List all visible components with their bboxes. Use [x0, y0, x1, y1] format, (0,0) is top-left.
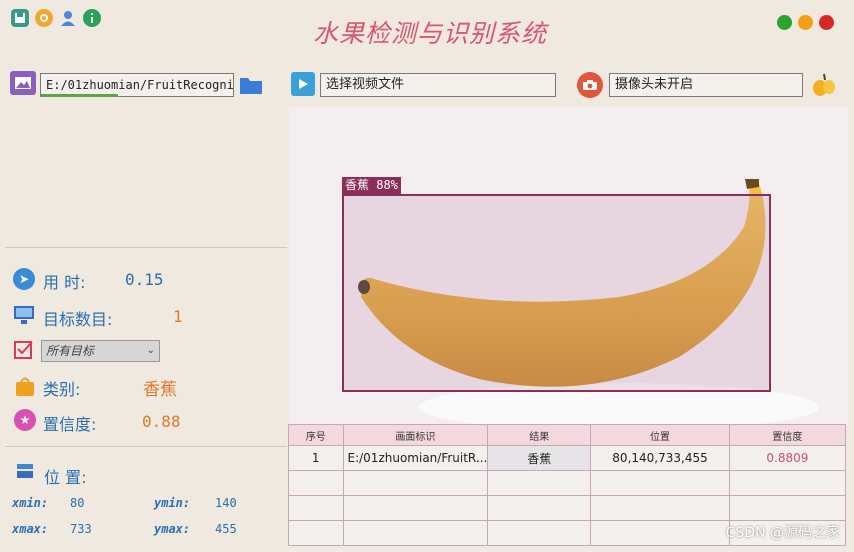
user-icon[interactable] — [59, 9, 77, 27]
xmax-value: 733 — [70, 522, 92, 536]
count-label: 目标数目: — [43, 310, 113, 329]
folder-icon[interactable] — [239, 74, 263, 95]
ymin-value: 140 — [215, 496, 237, 510]
ymax-label: ymax: — [154, 522, 191, 536]
time-value: 0.15 — [125, 270, 164, 289]
ymax-value: 455 — [215, 522, 237, 536]
col-header-confidence[interactable]: 置信度 — [728, 424, 847, 446]
table-row[interactable] — [288, 495, 847, 521]
target-select-value: 所有目标 — [46, 344, 95, 358]
cell-result[interactable]: 香蕉 — [487, 445, 592, 471]
settings-icon[interactable] — [35, 9, 53, 27]
class-label: 类别: — [43, 380, 81, 399]
info-icon[interactable] — [83, 9, 101, 27]
ymin-label: ymin: — [154, 496, 191, 510]
col-header-result[interactable]: 结果 — [487, 424, 592, 446]
target-select[interactable]: 所有目标 ⌄ — [41, 340, 160, 362]
badge-icon: ★ — [14, 409, 36, 431]
col-header-position[interactable]: 位置 — [590, 424, 730, 446]
cell-position[interactable]: 80,140,733,455 — [590, 445, 730, 471]
xmin-value: 80 — [70, 496, 85, 510]
rocket-icon: ➤ — [13, 268, 35, 290]
class-value: 香蕉 — [143, 380, 177, 400]
detection-label: 香蕉 88% — [342, 177, 401, 194]
confidence-value: 0.88 — [142, 412, 181, 431]
table-row[interactable] — [288, 470, 847, 496]
fruit-logo-icon — [810, 70, 838, 98]
col-header-index[interactable]: 序号 — [288, 424, 344, 446]
maximize-button[interactable] — [777, 15, 792, 30]
save-icon[interactable] — [11, 9, 29, 27]
left-divider-top — [5, 247, 287, 248]
image-icon[interactable] — [10, 71, 36, 95]
monitor-icon — [13, 305, 35, 325]
table-row[interactable]: 1 E:/01zhuomian/FruitR... 香蕉 80,140,733,… — [288, 445, 847, 471]
play-video-icon[interactable] — [291, 72, 315, 96]
checklist-icon — [13, 339, 35, 361]
camera-status-field[interactable]: 摄像头未开启 — [609, 73, 803, 97]
close-button[interactable] — [819, 15, 834, 30]
time-label: 用 时: — [43, 273, 86, 292]
app-title: 水果检测与识别系统 — [312, 19, 547, 48]
watermark: CSDN @源码之家 — [725, 525, 840, 541]
confidence-label: 置信度: — [43, 415, 97, 434]
bag-icon — [14, 375, 36, 397]
layers-icon — [15, 461, 35, 481]
count-value: 1 — [173, 307, 183, 326]
left-divider-bottom — [5, 446, 287, 447]
chevron-down-icon: ⌄ — [146, 345, 155, 356]
video-file-input[interactable]: 选择视频文件 — [320, 73, 556, 97]
cell-source[interactable]: E:/01zhuomian/FruitR... — [342, 445, 489, 471]
detection-box — [342, 194, 771, 392]
xmax-label: xmax: — [12, 522, 49, 536]
cell-index[interactable]: 1 — [288, 445, 344, 471]
minimize-button[interactable] — [798, 15, 813, 30]
image-load-progress — [41, 94, 118, 97]
cell-confidence[interactable]: 0.8809 — [728, 445, 847, 471]
col-header-source[interactable]: 画面标识 — [342, 424, 489, 446]
camera-icon[interactable] — [577, 72, 603, 98]
position-label: 位 置: — [44, 468, 87, 487]
xmin-label: xmin: — [12, 496, 49, 510]
